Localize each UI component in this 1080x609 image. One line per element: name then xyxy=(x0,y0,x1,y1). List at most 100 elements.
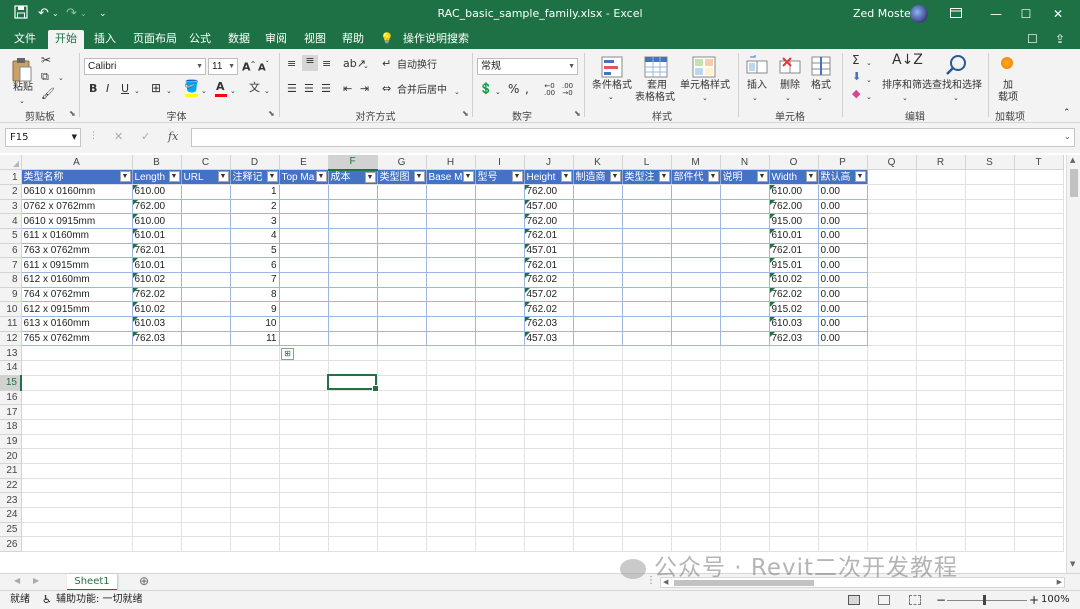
merge-dropdown-icon[interactable]: ⌄ xyxy=(454,86,460,98)
format-as-table-button[interactable]: 套用 xyxy=(640,80,674,92)
cell-F10[interactable] xyxy=(327,301,378,318)
cell-N3[interactable] xyxy=(719,198,770,215)
cell-I8[interactable] xyxy=(474,272,525,288)
cell-D18[interactable] xyxy=(230,419,280,435)
column-header-R[interactable]: R xyxy=(916,155,966,171)
bold-icon[interactable]: B xyxy=(89,83,97,95)
confirm-entry-icon[interactable]: ✓ xyxy=(141,130,150,143)
cell-M18[interactable] xyxy=(671,419,721,435)
cell-F4[interactable] xyxy=(327,213,378,229)
cell-L23[interactable] xyxy=(622,492,672,508)
autosum-dropdown-icon[interactable]: ⌄ xyxy=(866,57,872,69)
cell-Q15[interactable] xyxy=(867,375,917,391)
filter-dropdown-icon[interactable]: ▼ xyxy=(315,171,327,183)
cell-I1[interactable]: 型号 ▼ xyxy=(475,169,525,185)
cell-T7[interactable] xyxy=(1014,257,1064,273)
cell-R21[interactable] xyxy=(916,463,966,479)
sort-filter-icon[interactable]: A↓Z xyxy=(892,53,923,67)
cell-M6[interactable] xyxy=(670,242,721,259)
tab-home[interactable]: 开始 xyxy=(48,30,84,49)
cell-K7[interactable] xyxy=(572,257,623,273)
name-box[interactable]: F15 ▼ xyxy=(5,128,81,147)
cell-C6[interactable] xyxy=(180,242,231,259)
cell-P3[interactable]: 0.00 xyxy=(817,198,868,215)
cell-G8[interactable] xyxy=(376,272,427,288)
cell-I13[interactable] xyxy=(475,345,525,362)
cell-J13[interactable] xyxy=(524,345,574,362)
cell-S7[interactable] xyxy=(965,257,1015,273)
column-header-P[interactable]: P xyxy=(818,155,868,171)
conditional-formatting-icon[interactable] xyxy=(601,56,623,81)
currency-dropdown-icon[interactable]: ⌄ xyxy=(495,86,501,98)
fill-color-dropdown-icon[interactable]: ⌄ xyxy=(201,85,207,97)
cell-B7[interactable]: 610.01 xyxy=(131,257,182,273)
column-header-O[interactable]: O xyxy=(769,155,819,171)
cell-E22[interactable] xyxy=(279,478,329,494)
cell-E25[interactable] xyxy=(279,522,329,538)
cell-O20[interactable] xyxy=(769,448,819,464)
cell-R3[interactable] xyxy=(916,199,966,215)
tab-page-layout[interactable]: 页面布局 xyxy=(126,30,184,49)
column-header-J[interactable]: J xyxy=(524,155,574,171)
cell-C7[interactable] xyxy=(180,257,231,273)
cell-O23[interactable] xyxy=(769,492,819,508)
cell-A2[interactable]: 0610 x 0160mm xyxy=(20,183,133,200)
cell-I10[interactable] xyxy=(474,301,525,318)
align-bottom-icon[interactable]: ≡ xyxy=(322,58,331,70)
cell-styles-button[interactable]: 单元格样式 xyxy=(679,80,731,92)
font-size-dropdown-icon[interactable]: ▼ xyxy=(228,59,235,74)
cell-B9[interactable]: 762.02 xyxy=(131,286,182,303)
cell-N7[interactable] xyxy=(719,257,770,273)
column-header-G[interactable]: G xyxy=(377,155,427,171)
cell-E16[interactable] xyxy=(279,390,329,406)
cell-S24[interactable] xyxy=(965,507,1015,523)
cell-H2[interactable] xyxy=(425,183,476,200)
cell-K6[interactable] xyxy=(572,242,623,259)
tab-data[interactable]: 数据 xyxy=(221,30,257,49)
cell-E21[interactable] xyxy=(279,463,329,479)
cell-L18[interactable] xyxy=(622,419,672,435)
cell-M20[interactable] xyxy=(671,448,721,464)
cell-I24[interactable] xyxy=(475,507,525,523)
cell-M9[interactable] xyxy=(670,286,721,303)
cell-D25[interactable] xyxy=(230,522,280,538)
cell-B24[interactable] xyxy=(132,507,182,523)
cell-D14[interactable] xyxy=(230,360,280,376)
cell-N2[interactable] xyxy=(719,183,770,200)
cell-K5[interactable] xyxy=(572,227,623,244)
cell-S10[interactable] xyxy=(965,301,1015,318)
cell-L22[interactable] xyxy=(622,478,672,494)
cell-H23[interactable] xyxy=(426,492,476,508)
cell-A24[interactable] xyxy=(21,507,133,523)
cell-T19[interactable] xyxy=(1014,434,1064,450)
cell-K15[interactable] xyxy=(573,375,623,391)
insert-cells-button[interactable]: 插入 xyxy=(744,80,770,92)
cell-M10[interactable] xyxy=(670,301,721,318)
filter-dropdown-icon[interactable]: ▼ xyxy=(119,171,131,183)
cell-H16[interactable] xyxy=(426,390,476,406)
cell-G4[interactable] xyxy=(376,213,427,229)
cell-H21[interactable] xyxy=(426,463,476,479)
cell-T20[interactable] xyxy=(1014,448,1064,464)
cell-C16[interactable] xyxy=(181,390,231,406)
name-box-dropdown-icon[interactable]: ▼ xyxy=(72,129,77,146)
cell-N8[interactable] xyxy=(719,272,770,288)
cell-S11[interactable] xyxy=(965,316,1015,332)
cell-H14[interactable] xyxy=(426,360,476,376)
close-icon[interactable]: ✕ xyxy=(1046,4,1070,24)
cell-G1[interactable]: 类型图 ▼ xyxy=(377,169,427,185)
cell-D26[interactable] xyxy=(230,536,280,553)
cell-D20[interactable] xyxy=(230,448,280,464)
cell-P13[interactable] xyxy=(818,345,868,362)
cell-H12[interactable] xyxy=(425,330,476,347)
cell-O5[interactable]: 610.01 xyxy=(768,227,819,244)
delete-dropdown-icon[interactable]: ⌄ xyxy=(785,92,791,104)
insert-function-icon[interactable]: fx xyxy=(168,130,178,143)
clear-dropdown-icon[interactable]: ⌄ xyxy=(866,91,872,103)
cell-P21[interactable] xyxy=(818,463,868,479)
cell-A16[interactable] xyxy=(21,390,133,406)
cell-T5[interactable] xyxy=(1014,228,1064,244)
cell-T6[interactable] xyxy=(1014,243,1064,259)
cell-K18[interactable] xyxy=(573,419,623,435)
cell-Q2[interactable] xyxy=(867,184,917,200)
